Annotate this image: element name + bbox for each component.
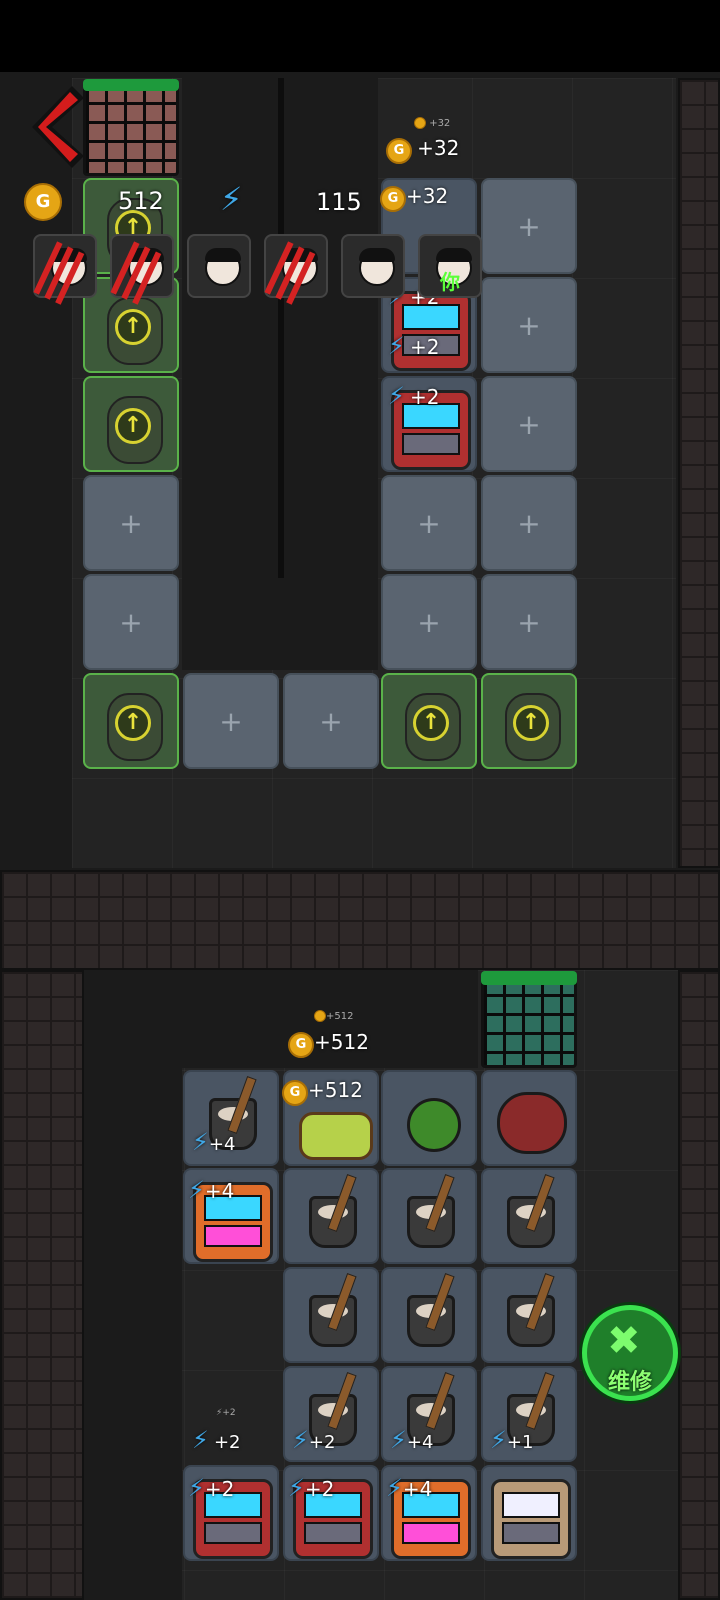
small-coin-gain: +32 [414, 117, 450, 129]
wrench-icon: ✖ [607, 1318, 641, 1364]
chevron-left-icon [32, 86, 84, 168]
bucket-cell[interactable] [381, 1168, 477, 1264]
bed-icon [299, 1112, 373, 1160]
energy-gain: ⚡+4 [188, 1176, 235, 1204]
bolt-icon: ⚡ [188, 1474, 205, 1502]
upgrade-arrow-icon: ↑ [115, 705, 151, 741]
coin-icon: G [282, 1079, 308, 1106]
bolt-icon: ⚡ [490, 1426, 507, 1454]
upper-room-door[interactable] [83, 79, 179, 176]
energy-counter: ⚡ 115 [220, 180, 362, 218]
coin-gain-float: G +512 [282, 1078, 363, 1106]
player-avatar[interactable] [264, 234, 328, 298]
coin-gain-float: G +32 [380, 184, 448, 212]
empty-slot[interactable] [283, 673, 379, 769]
right-brick-column [678, 78, 720, 868]
empty-slot[interactable] [481, 178, 577, 274]
coin-icon: G [24, 183, 62, 221]
corridor-bricks [0, 870, 720, 970]
bolt-icon: ⚡ [288, 1474, 305, 1502]
face-icon [359, 248, 395, 286]
small-energy-gain: ⚡+2 [216, 1408, 236, 1418]
repair-button[interactable]: ✖ 维修 [582, 1305, 678, 1401]
bolt-icon: ⚡ [388, 332, 405, 360]
empty-slot[interactable] [481, 376, 577, 472]
player-avatar[interactable] [33, 234, 97, 298]
bucket-cell[interactable] [283, 1267, 379, 1363]
bolt-icon: ⚡ [188, 1176, 205, 1204]
coin-icon: G [288, 1031, 314, 1058]
energy-gain: ⚡+4 [192, 1128, 236, 1156]
arcade-cell[interactable] [481, 1465, 577, 1561]
bucket-cell[interactable] [481, 1267, 577, 1363]
bolt-icon: ⚡ [388, 382, 405, 410]
upgrade-cell[interactable]: ↑ [481, 673, 577, 769]
player-avatar[interactable] [341, 234, 405, 298]
repair-label: 维修 [607, 1370, 652, 1395]
energy-gain: ⚡+2 [188, 1474, 235, 1502]
energy-gain: ⚡+2 [292, 1426, 336, 1454]
energy-gain: ⚡ +2 [388, 382, 440, 410]
upgrade-arrow-icon: ↑ [115, 408, 151, 444]
bolt-icon: ⚡ [192, 1426, 209, 1454]
lower-right-bricks [678, 970, 720, 1600]
energy-gain: ⚡ +2 [192, 1426, 241, 1454]
player-avatar[interactable] [187, 234, 251, 298]
face-icon [205, 248, 241, 286]
bolt-icon: ⚡ [390, 1426, 407, 1454]
status-bar [0, 0, 720, 72]
door-health-bar [83, 79, 179, 91]
coin-icon: G [386, 137, 412, 164]
empty-slot[interactable] [83, 574, 179, 670]
coin-icon: G [380, 185, 406, 212]
upper-room-divider [278, 78, 284, 578]
player-avatar[interactable] [110, 234, 174, 298]
coin-counter: G 512 [24, 183, 184, 221]
energy-gain: ⚡ +2 [388, 332, 440, 360]
plant-icon [407, 1098, 461, 1152]
empty-slot[interactable] [381, 574, 477, 670]
empty-slot[interactable] [83, 475, 179, 571]
energy-gain: ⚡+2 [288, 1474, 335, 1502]
upgrade-arrow-icon: ↑ [513, 705, 549, 741]
upgrade-cell[interactable]: ↑ [381, 673, 477, 769]
lower-left-bricks [0, 970, 84, 1600]
plant-cell[interactable] [381, 1070, 477, 1166]
bolt-icon: ⚡ [386, 1474, 403, 1502]
small-coin-gain: +512 [314, 1010, 353, 1022]
empty-slot[interactable] [481, 574, 577, 670]
monster-cell[interactable] [481, 1070, 577, 1166]
energy-gain: ⚡+1 [490, 1426, 534, 1454]
monster-icon [497, 1092, 567, 1154]
bolt-icon: ⚡ [292, 1426, 309, 1454]
bucket-cell[interactable] [381, 1267, 477, 1363]
empty-slot[interactable] [381, 475, 477, 571]
empty-slot[interactable] [183, 673, 279, 769]
empty-slot[interactable] [481, 277, 577, 373]
bolt-icon: ⚡ [220, 180, 243, 218]
lower-room-left-wall [84, 970, 182, 1600]
coin-gain: G +32 [386, 136, 459, 164]
energy-gain: ⚡+4 [386, 1474, 433, 1502]
upgrade-cell[interactable]: ↑ [83, 376, 179, 472]
upgrade-arrow-icon: ↑ [115, 309, 151, 345]
self-avatar[interactable]: 你 [418, 234, 482, 298]
upgrade-arrow-icon: ↑ [413, 705, 449, 741]
bolt-icon: ⚡ [192, 1128, 209, 1156]
door-health-bar [481, 971, 577, 985]
empty-slot[interactable] [481, 475, 577, 571]
self-label: 你 [440, 270, 460, 294]
energy-gain: ⚡+4 [390, 1426, 434, 1454]
lower-room-door[interactable] [481, 971, 577, 1068]
bucket-cell[interactable] [283, 1168, 379, 1264]
arcade-machine-icon [491, 1479, 571, 1559]
upgrade-cell[interactable]: ↑ [83, 673, 179, 769]
coin-gain: G +512 [288, 1030, 369, 1058]
bucket-cell[interactable] [481, 1168, 577, 1264]
back-button[interactable] [28, 84, 88, 170]
